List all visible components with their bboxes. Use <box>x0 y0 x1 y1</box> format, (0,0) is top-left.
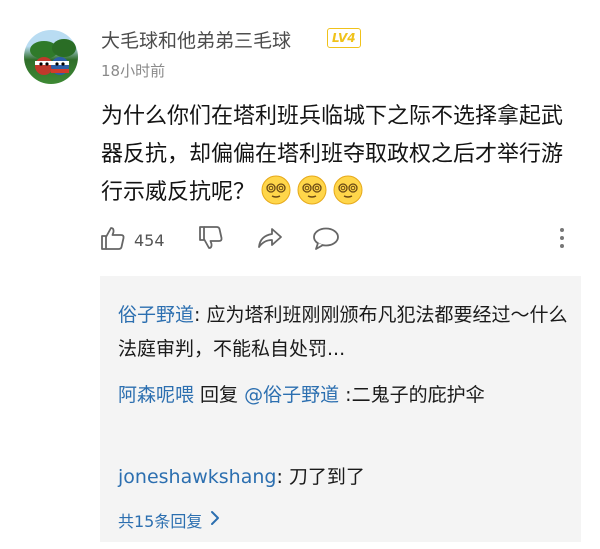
share-icon <box>256 225 284 255</box>
reply-mid: 回复 <box>194 384 245 406</box>
share-button[interactable] <box>256 224 284 256</box>
more-options-button[interactable] <box>556 224 568 256</box>
comment-icon <box>312 225 340 255</box>
reply-button[interactable] <box>312 224 340 256</box>
more-vertical-icon <box>556 225 568 255</box>
reply-username[interactable]: joneshawkshang <box>118 466 276 488</box>
view-more-replies-link[interactable]: 共15条回复 <box>118 508 220 532</box>
like-button[interactable]: 454 <box>100 224 165 256</box>
dizzy-face-icon <box>297 175 327 218</box>
username[interactable]: 大毛球和他弟弟三毛球 <box>101 26 291 53</box>
level-badge: LV4 <box>327 28 361 48</box>
chevron-right-icon <box>202 510 220 530</box>
avatar[interactable] <box>24 30 78 84</box>
emoji-row <box>255 175 363 205</box>
dislike-button[interactable] <box>198 224 224 256</box>
reply-separator: : <box>339 384 352 406</box>
reply-separator: : <box>276 466 289 488</box>
replies-box: 俗子野道: 应为塔利班刚刚颁布凡犯法都要经过～什么法庭审判，不能私自处罚... … <box>100 276 581 542</box>
reply-item[interactable]: joneshawkshang: 刀了到了 <box>118 460 568 494</box>
reply-item[interactable]: 俗子野道: 应为塔利班刚刚颁布凡犯法都要经过～什么法庭审判，不能私自处罚... <box>118 298 568 366</box>
thumbs-down-icon <box>198 225 224 255</box>
reply-item[interactable]: 阿森呢喂 回复 @俗子野道 :二鬼子的庇护伞 <box>118 378 568 412</box>
reply-username[interactable]: 俗子野道 <box>118 304 194 326</box>
reply-text: 二鬼子的庇护伞 <box>351 384 485 406</box>
reply-separator: : <box>194 304 207 326</box>
dizzy-face-icon <box>261 175 291 218</box>
thumbs-up-icon <box>100 225 126 255</box>
comment-text: 为什么你们在塔利班兵临城下之际不选择拿起武器反抗，却偏偏在塔利班夺取政权之后才举… <box>101 98 581 218</box>
action-bar: 454 <box>100 224 580 256</box>
reply-username[interactable]: 阿森呢喂 <box>118 384 194 406</box>
more-replies-label: 共15条回复 <box>118 512 203 531</box>
dizzy-face-icon <box>333 175 363 218</box>
reply-mention[interactable]: @俗子野道 <box>244 384 339 406</box>
timestamp: 18小时前 <box>101 62 166 80</box>
like-count: 454 <box>134 230 165 250</box>
reply-text: 刀了到了 <box>288 466 365 488</box>
